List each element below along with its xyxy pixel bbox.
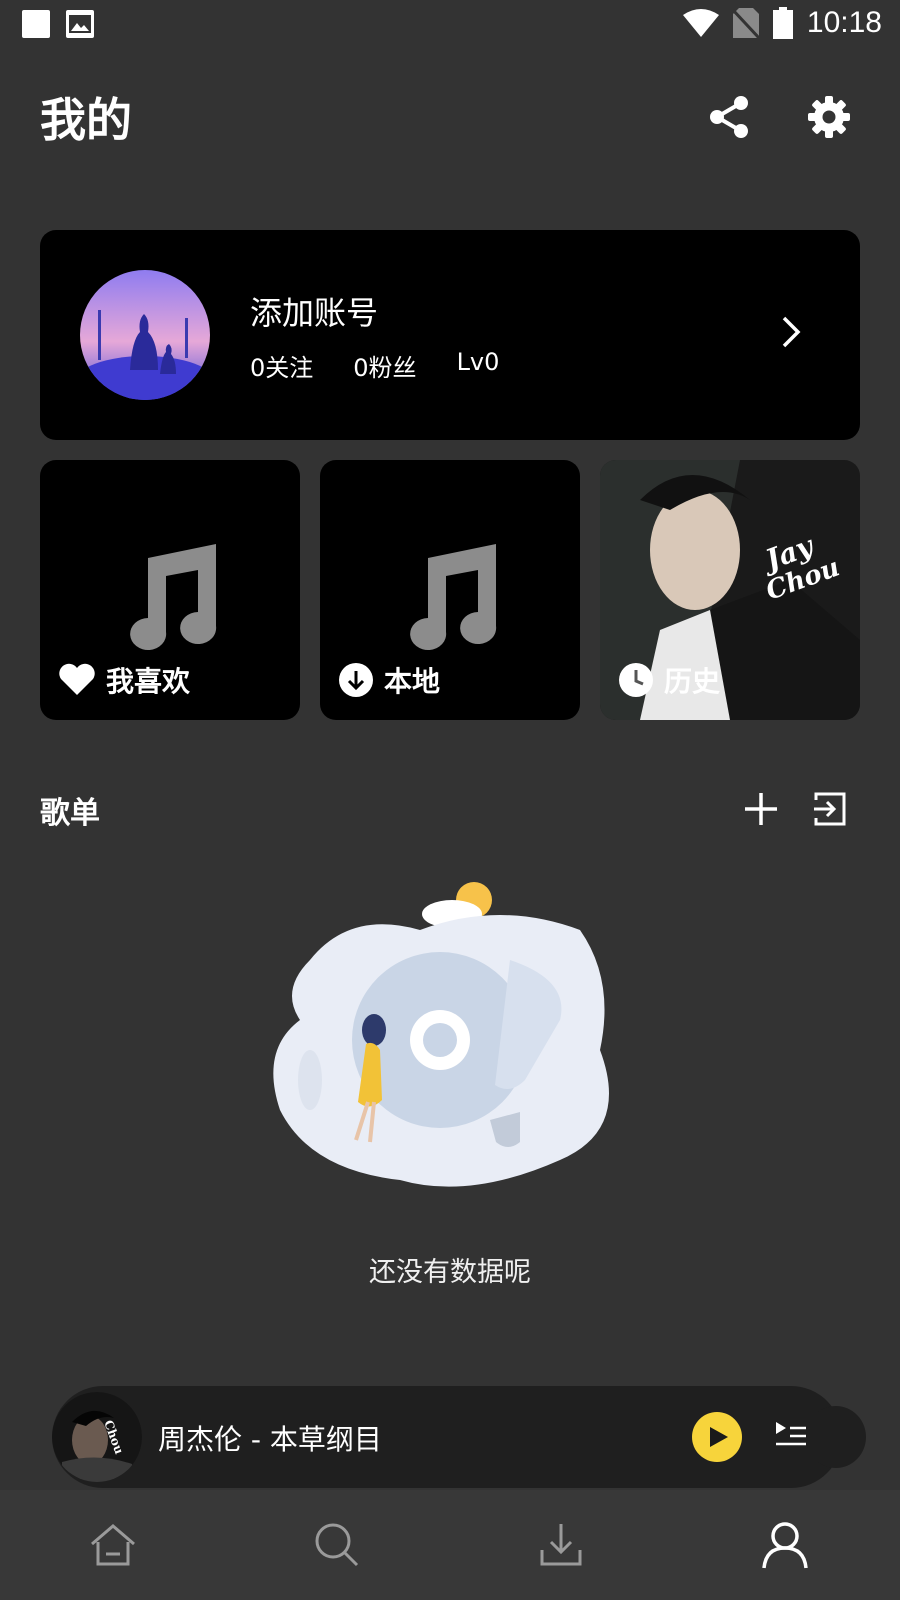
wifi-icon [682,9,719,37]
avatar[interactable] [80,270,210,400]
music-note-icon [392,528,502,656]
profile-icon[interactable] [760,1520,810,1570]
status-left-icons [22,10,94,38]
account-card[interactable]: 添加账号 0关注 0粉丝 Lv0 [40,230,860,440]
following-count[interactable]: 0关注 [250,348,313,383]
account-stats: 0关注 0粉丝 Lv0 [250,348,499,383]
download-icon[interactable] [536,1520,586,1570]
page-title: 我的 [40,93,132,147]
play-icon[interactable] [692,1412,742,1462]
empty-state-illustration [270,880,640,1210]
no-sim-icon [732,8,759,38]
heart-icon [59,663,95,695]
followers-count[interactable]: 0粉丝 [353,348,416,383]
settings-gear-icon[interactable] [806,94,852,140]
now-playing-title[interactable]: 周杰伦 - 本草纲目 [158,1418,382,1458]
tile-label: 本地 [338,660,440,700]
level-badge: Lv0 [456,348,500,376]
home-icon[interactable] [88,1520,138,1570]
import-icon[interactable] [812,790,850,828]
bottom-nav [0,1490,900,1600]
tile-favorites-label: 我喜欢 [106,665,191,698]
mini-player[interactable]: Chou 周杰伦 - 本草纲目 [52,1386,866,1488]
status-right-icons: 10:18 [682,6,882,40]
search-icon[interactable] [312,1520,362,1570]
tile-label: 我喜欢 [58,660,190,700]
music-note-icon [112,528,222,656]
status-bar: 10:18 [0,0,900,50]
tile-history[interactable]: Jay Chou 历史 [600,460,860,720]
account-name[interactable]: 添加账号 [250,288,378,334]
image-icon [66,10,94,38]
tile-local-label: 本地 [384,665,441,698]
tile-label: 历史 [618,660,720,700]
playlist-queue-icon[interactable] [774,1418,808,1456]
empty-state-text: 还没有数据呢 [369,1257,531,1288]
chevron-right-icon[interactable] [780,314,802,354]
playlist-section-title: 歌单 [40,796,100,831]
tile-history-label: 历史 [664,665,721,698]
tile-local[interactable]: 本地 [320,460,580,720]
battery-icon [772,7,793,39]
now-playing-cover[interactable]: Chou [52,1392,142,1482]
clock-icon [619,663,653,697]
share-icon[interactable] [706,94,752,140]
add-icon[interactable] [742,790,780,828]
status-time: 10:18 [806,6,882,39]
notification-square-icon [22,10,50,38]
tile-favorites[interactable]: 我喜欢 [40,460,300,720]
download-circle-icon [339,663,373,697]
